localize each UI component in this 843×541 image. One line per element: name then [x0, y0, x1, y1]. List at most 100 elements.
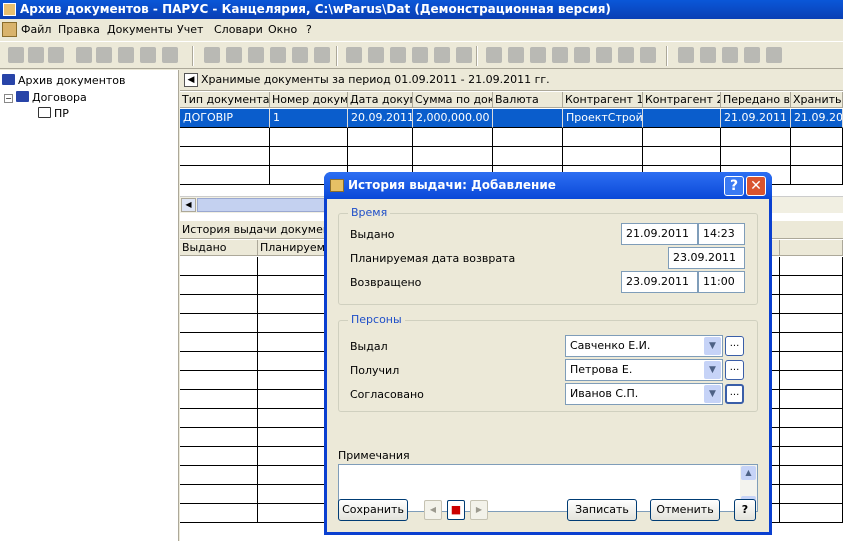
column-header[interactable]: Сумма по доку [413, 92, 493, 108]
search-icon[interactable] [118, 47, 134, 63]
menu-documents[interactable]: Документы [107, 23, 173, 36]
exit-icon[interactable] [766, 47, 782, 63]
column-header[interactable]: Контрагент 2 [643, 92, 721, 108]
table-cell [780, 371, 843, 390]
column-header[interactable]: Хранить п [791, 92, 843, 108]
table-cell [180, 428, 258, 447]
table-cell [180, 295, 258, 314]
scroll-up-icon[interactable]: ▲ [741, 466, 756, 480]
back-arrow-icon[interactable]: ◀ [184, 73, 198, 87]
scroll-left-arrow-icon[interactable]: ◀ [181, 198, 196, 212]
dialog-title-bar[interactable]: История выдачи: Добавление ? ✕ [324, 172, 772, 199]
table-cell [780, 257, 843, 276]
table-cell: ДОГОВІР [180, 109, 270, 128]
tool-icon[interactable] [530, 47, 546, 63]
tool-icon[interactable] [270, 47, 286, 63]
menu-dictionaries[interactable]: Словари [214, 23, 263, 36]
archive-tree: Архив документов − Договора ПР [0, 70, 179, 541]
save-button[interactable]: Сохранить [338, 499, 408, 521]
copy-icon[interactable] [28, 47, 44, 63]
chevron-down-icon[interactable]: ▼ [704, 361, 721, 379]
table-cell [180, 466, 258, 485]
column-header[interactable]: Передано в а [721, 92, 791, 108]
write-button[interactable]: Записать [567, 499, 637, 521]
tool-icon[interactable] [314, 47, 330, 63]
prev-record-button[interactable]: ◀ [424, 500, 442, 520]
issued-by-ellipsis-button[interactable]: ... [725, 336, 744, 356]
user-icon[interactable] [486, 47, 502, 63]
calculator-icon[interactable] [678, 47, 694, 63]
tool-icon[interactable] [226, 47, 242, 63]
system-menu-icon[interactable] [2, 22, 17, 37]
column-header[interactable]: Дата докуме [348, 92, 413, 108]
agreed-combo[interactable]: Иванов С.П. ▼ [565, 383, 723, 405]
help-title-button[interactable]: ? [724, 176, 744, 196]
tool-icon[interactable] [640, 47, 656, 63]
column-header[interactable]: Валюта [493, 92, 563, 108]
table-cell: 1 [270, 109, 348, 128]
tool-icon[interactable] [412, 47, 428, 63]
chevron-down-icon[interactable]: ▼ [704, 385, 721, 403]
next-record-button[interactable]: ▶ [470, 500, 488, 520]
tool-icon[interactable] [744, 47, 760, 63]
delete-icon[interactable] [76, 47, 92, 63]
edit-icon[interactable] [48, 47, 64, 63]
issued-by-combo[interactable]: Савченко Е.И. ▼ [565, 335, 723, 357]
column-header[interactable]: Выдано [180, 240, 258, 256]
tool-icon[interactable] [434, 47, 450, 63]
tool-icon[interactable] [456, 47, 472, 63]
folder-icon[interactable] [722, 47, 738, 63]
tool-icon[interactable] [618, 47, 634, 63]
issued-date-field[interactable]: 21.09.2011 [621, 223, 698, 245]
tools-icon[interactable] [700, 47, 716, 63]
menu-edit[interactable]: Правка [58, 23, 100, 36]
tool-icon[interactable] [574, 47, 590, 63]
menu-file[interactable]: Файл [21, 23, 51, 36]
tree-node-contracts[interactable]: − Договора [4, 91, 87, 104]
tool-icon[interactable] [248, 47, 264, 63]
received-ellipsis-button[interactable]: ... [725, 360, 744, 380]
close-icon[interactable]: ✕ [746, 176, 766, 196]
planned-return-date-field[interactable]: 23.09.2011 [668, 247, 745, 269]
collapse-icon[interactable]: − [4, 94, 13, 103]
help-button[interactable]: ? [734, 499, 756, 521]
filter-icon[interactable] [96, 47, 112, 63]
tool-icon[interactable] [552, 47, 568, 63]
issued-time-field[interactable]: 14:23 [698, 223, 745, 245]
scroll-thumb[interactable] [197, 198, 327, 212]
cancel-button[interactable]: Отменить [650, 499, 720, 521]
chevron-down-icon[interactable]: ▼ [704, 337, 721, 355]
column-header[interactable]: Тип документа [180, 92, 270, 108]
new-icon[interactable] [8, 47, 24, 63]
column-header[interactable] [780, 240, 843, 256]
tool-icon[interactable] [292, 47, 308, 63]
returned-time-field[interactable]: 11:00 [698, 271, 745, 293]
tool-icon[interactable] [390, 47, 406, 63]
settings-icon[interactable] [162, 47, 178, 63]
notes-label: Примечания [338, 449, 410, 462]
menu-window[interactable]: Окно [268, 23, 297, 36]
received-value: Петрова Е. [570, 363, 633, 376]
print-icon[interactable] [140, 47, 156, 63]
table-row[interactable]: ДОГОВІР 1 20.09.2011 2,000,000.00 Проект… [180, 109, 843, 128]
menu-help[interactable]: ? [306, 23, 312, 36]
table-row[interactable] [180, 128, 843, 147]
tool-icon[interactable] [596, 47, 612, 63]
menu-accounting[interactable]: Учет [177, 23, 203, 36]
tool-icon[interactable] [346, 47, 362, 63]
received-combo[interactable]: Петрова Е. ▼ [565, 359, 723, 381]
record-navigator-icon[interactable]: ■ [447, 500, 465, 520]
tool-icon[interactable] [204, 47, 220, 63]
tool-icon[interactable] [368, 47, 384, 63]
currency-icon[interactable] [508, 47, 524, 63]
tree-node-pr[interactable]: ПР [38, 107, 69, 120]
agreed-label: Согласовано [350, 388, 424, 401]
agreed-ellipsis-button[interactable]: ... [725, 384, 744, 404]
persons-group-label: Персоны [348, 313, 405, 326]
table-cell [180, 276, 258, 295]
column-header[interactable]: Номер докумен [270, 92, 348, 108]
returned-date-field[interactable]: 23.09.2011 [621, 271, 698, 293]
table-row[interactable] [180, 147, 843, 166]
column-header[interactable]: Контрагент 1 [563, 92, 643, 108]
tree-node-archive[interactable]: Архив документов [2, 74, 126, 87]
